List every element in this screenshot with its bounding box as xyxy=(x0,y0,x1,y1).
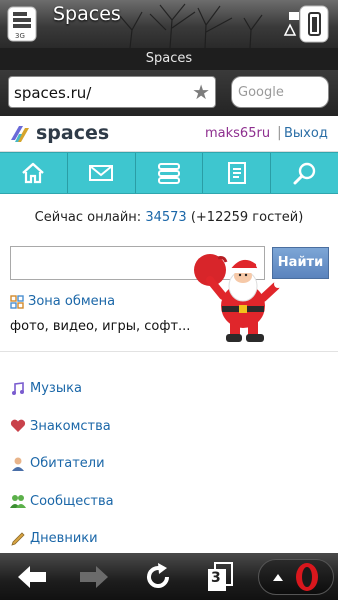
logout-link[interactable]: Выход xyxy=(284,126,328,141)
header-separator: | xyxy=(277,125,282,141)
nav-feed[interactable] xyxy=(136,153,204,193)
menu-label: Обитатели xyxy=(30,456,105,472)
logo-text[interactable]: spaces xyxy=(36,122,109,144)
menu-item-communities[interactable]: Сообщества xyxy=(10,483,114,521)
menu-label: Сообщества xyxy=(30,493,114,509)
feed-icon xyxy=(157,163,180,184)
bookmark-star-icon[interactable]: ★ xyxy=(192,81,210,103)
menu-label: Знакомства xyxy=(30,418,111,434)
nav-home[interactable] xyxy=(0,153,68,193)
reload-icon xyxy=(147,563,169,588)
status-bar: 3G Spaces xyxy=(0,0,338,48)
search-icon xyxy=(293,162,315,185)
network-icon: 3G xyxy=(6,5,40,47)
reload-button[interactable] xyxy=(140,559,176,595)
menu-item-residents[interactable]: Обитатели xyxy=(10,445,114,483)
tabs-button[interactable]: 3 xyxy=(202,559,238,595)
nav-notes[interactable] xyxy=(203,153,272,193)
site-header: spaces maks65ru | Выход xyxy=(0,116,338,152)
pen-icon xyxy=(10,531,26,547)
exchange-subtitle: фото, видео, игры, софт... xyxy=(10,319,191,334)
battery-icon xyxy=(298,4,332,48)
app-title: Spaces xyxy=(53,3,121,25)
online-count[interactable]: 34573 xyxy=(145,210,186,225)
forward-arrow-icon xyxy=(80,566,108,588)
spaces-logo-icon[interactable] xyxy=(9,124,31,144)
address-row: spaces.ru/ ★ Google xyxy=(0,70,338,116)
main-menu: Музыка Знакомства Обитатели Сообщества Д… xyxy=(10,370,114,558)
browser-tab-title: Spaces xyxy=(0,48,338,70)
exchange-zone: Зона обмена фото, видео, игры, софт... xyxy=(10,294,210,334)
nav-mail[interactable] xyxy=(68,153,136,193)
exchange-zone-link[interactable]: Зона обмена xyxy=(10,294,210,309)
chevron-up-icon xyxy=(273,574,283,581)
opera-menu-button[interactable] xyxy=(258,559,334,595)
address-text: spaces.ru/ xyxy=(14,84,92,102)
back-button[interactable] xyxy=(14,559,50,595)
music-note-icon xyxy=(10,381,26,397)
menu-item-music[interactable]: Музыка xyxy=(10,370,114,408)
tabs-count: 3 xyxy=(211,570,221,586)
home-icon xyxy=(22,162,45,184)
group-icon xyxy=(10,493,26,509)
menu-item-diaries[interactable]: Дневники xyxy=(10,520,114,558)
forward-button[interactable] xyxy=(76,559,112,595)
person-icon xyxy=(10,456,26,472)
menu-label: Дневники xyxy=(30,531,98,547)
online-status: Сейчас онлайн: 34573 (+12259 гостей) xyxy=(0,210,338,225)
menu-label: Музыка xyxy=(30,381,82,397)
browser-search-field[interactable]: Google xyxy=(231,76,329,108)
online-label: Сейчас онлайн: xyxy=(34,210,142,225)
site-nav xyxy=(0,152,338,194)
online-guests: (+12259 гостей) xyxy=(190,210,304,225)
grid-icon xyxy=(10,294,24,309)
menu-item-dating[interactable]: Знакомства xyxy=(10,408,114,446)
mail-icon xyxy=(89,165,114,181)
nav-search[interactable] xyxy=(271,153,338,193)
section-divider xyxy=(0,351,338,352)
username-link[interactable]: maks65ru xyxy=(205,126,270,141)
notes-icon xyxy=(227,162,246,184)
browser-toolbar: 3 xyxy=(0,553,338,600)
address-bar[interactable]: spaces.ru/ ★ xyxy=(8,76,216,108)
exchange-title: Зона обмена xyxy=(28,294,116,309)
svg-text:3G: 3G xyxy=(15,32,25,40)
back-arrow-icon xyxy=(18,566,46,588)
search-placeholder: Google xyxy=(238,85,284,100)
santa-illustration xyxy=(194,254,282,342)
opera-logo-icon xyxy=(296,563,318,591)
profile-icon xyxy=(283,22,297,41)
heart-icon xyxy=(10,418,26,434)
